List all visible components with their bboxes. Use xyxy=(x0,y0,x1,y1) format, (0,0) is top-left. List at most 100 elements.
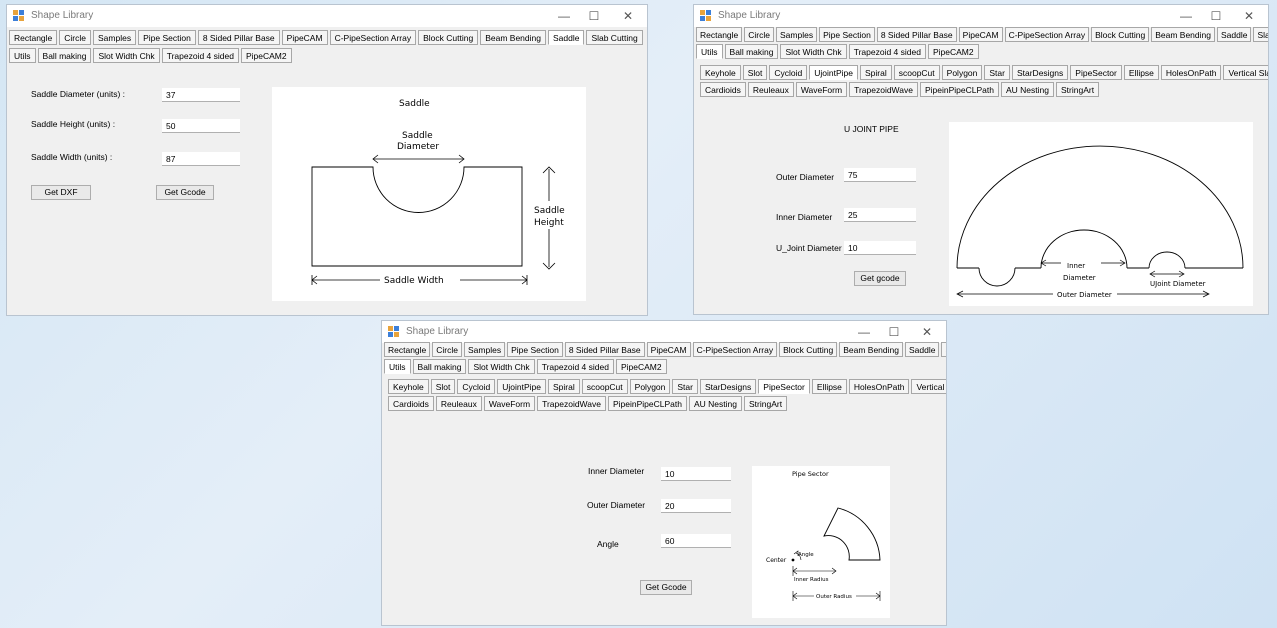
minimize-button[interactable]: — xyxy=(847,323,881,341)
tab-slab-cutting[interactable]: Slab Cutting xyxy=(586,30,643,45)
tab-saddle[interactable]: Saddle xyxy=(904,342,940,357)
tab-cardioids[interactable]: Cardioids xyxy=(388,396,434,411)
tab-pipeinpipeclpath[interactable]: PipeinPipeCLPath xyxy=(607,396,687,411)
tab-scoopcut[interactable]: scoopCut xyxy=(893,65,940,80)
outer-diameter-input[interactable] xyxy=(844,168,916,182)
tab-pipe-section[interactable]: Pipe Section xyxy=(819,27,875,42)
tab-pipe-section[interactable]: Pipe Section xyxy=(138,30,196,45)
tab-saddle[interactable]: Saddle xyxy=(1216,27,1252,42)
tab-polygon[interactable]: Polygon xyxy=(941,65,983,80)
sector-inner-diameter-input[interactable] xyxy=(661,467,731,481)
get-gcode-button[interactable]: Get Gcode xyxy=(156,185,214,200)
tab-ellipse[interactable]: Ellipse xyxy=(1123,65,1159,80)
tab-holesonpath[interactable]: HolesOnPath xyxy=(848,379,910,394)
saddle-height-input[interactable] xyxy=(162,119,240,133)
tab-au-nesting[interactable]: AU Nesting xyxy=(1000,82,1054,97)
tab-pipecam2[interactable]: PipeCAM2 xyxy=(240,48,292,63)
tab-stringart[interactable]: StringArt xyxy=(1055,82,1100,97)
tab-ujointpipe[interactable]: UjointPipe xyxy=(809,65,858,80)
tab-pipecam[interactable]: PipeCAM xyxy=(958,27,1003,42)
maximize-button[interactable]: ☐ xyxy=(1199,7,1233,25)
tab-keyhole[interactable]: Keyhole xyxy=(388,379,429,394)
inner-diameter-input[interactable] xyxy=(844,208,916,222)
tab-block-cutting[interactable]: Block Cutting xyxy=(418,30,479,45)
tab-waveform[interactable]: WaveForm xyxy=(795,82,848,97)
tab-keyhole[interactable]: Keyhole xyxy=(700,65,741,80)
tab-rectangle[interactable]: Rectangle xyxy=(696,27,743,42)
tab-pipecam[interactable]: PipeCAM xyxy=(646,342,691,357)
tab-circle[interactable]: Circle xyxy=(59,30,92,45)
tab-samples[interactable]: Samples xyxy=(776,27,818,42)
tab-pipecam[interactable]: PipeCAM xyxy=(281,30,328,45)
tab-pipecam2[interactable]: PipeCAM2 xyxy=(615,359,667,374)
tab-ball-making[interactable]: Ball making xyxy=(724,44,779,59)
close-button[interactable]: ✕ xyxy=(611,7,645,25)
tab-8-sided-pillar-base[interactable]: 8 Sided Pillar Base xyxy=(876,27,957,42)
tab-slot-width-chk[interactable]: Slot Width Chk xyxy=(780,44,847,59)
tab-cycloid[interactable]: Cycloid xyxy=(769,65,808,80)
tab-scoopcut[interactable]: scoopCut xyxy=(581,379,628,394)
tab-rectangle[interactable]: Rectangle xyxy=(9,30,58,45)
tab-spiral[interactable]: Spiral xyxy=(860,65,892,80)
tab-cycloid[interactable]: Cycloid xyxy=(457,379,496,394)
tab-pipe-section[interactable]: Pipe Section xyxy=(507,342,563,357)
saddle-diameter-input[interactable] xyxy=(162,88,240,102)
tab-star[interactable]: Star xyxy=(672,379,698,394)
sector-angle-input[interactable] xyxy=(661,534,731,548)
tab-ball-making[interactable]: Ball making xyxy=(412,359,467,374)
tab-saddle[interactable]: Saddle xyxy=(547,30,585,45)
tab-trapezoidwave[interactable]: TrapezoidWave xyxy=(849,82,918,97)
tab-trapezoid-4-sided[interactable]: Trapezoid 4 sided xyxy=(161,48,239,63)
tab-circle[interactable]: Circle xyxy=(432,342,463,357)
tab-utils[interactable]: Utils xyxy=(696,44,723,59)
tab-utils[interactable]: Utils xyxy=(384,359,411,374)
tab-pipesector[interactable]: PipeSector xyxy=(758,379,810,394)
minimize-button[interactable]: — xyxy=(1169,7,1203,25)
ujoint-diameter-input[interactable] xyxy=(844,241,916,255)
tab-slot-width-chk[interactable]: Slot Width Chk xyxy=(468,359,535,374)
tab-au-nesting[interactable]: AU Nesting xyxy=(688,396,742,411)
saddle-width-input[interactable] xyxy=(162,152,240,166)
tab-stardesigns[interactable]: StarDesigns xyxy=(699,379,757,394)
tab-c-pipesection-array[interactable]: C-PipeSection Array xyxy=(329,30,417,45)
tab-beam-bending[interactable]: Beam Bending xyxy=(1151,27,1215,42)
tab-8-sided-pillar-base[interactable]: 8 Sided Pillar Base xyxy=(564,342,645,357)
tab-vertical-slabs[interactable]: Vertical Slabs xyxy=(911,379,946,394)
close-button[interactable]: ✕ xyxy=(1232,7,1266,25)
tab-utils[interactable]: Utils xyxy=(9,48,36,63)
tab-slot[interactable]: Slot xyxy=(742,65,768,80)
get-gcode-button[interactable]: Get Gcode xyxy=(640,580,692,595)
tab-holesonpath[interactable]: HolesOnPath xyxy=(1160,65,1222,80)
tab-stardesigns[interactable]: StarDesigns xyxy=(1011,65,1069,80)
tab-star[interactable]: Star xyxy=(984,65,1010,80)
tab-beam-bending[interactable]: Beam Bending xyxy=(480,30,546,45)
tab-ball-making[interactable]: Ball making xyxy=(37,48,92,63)
close-button[interactable]: ✕ xyxy=(910,323,944,341)
tab-stringart[interactable]: StringArt xyxy=(743,396,788,411)
get-gcode-button[interactable]: Get gcode xyxy=(854,271,906,286)
tab-vertical-slabs[interactable]: Vertical Slabs xyxy=(1223,65,1268,80)
tab-slot[interactable]: Slot xyxy=(430,379,456,394)
tab-8-sided-pillar-base[interactable]: 8 Sided Pillar Base xyxy=(197,30,280,45)
tab-beam-bending[interactable]: Beam Bending xyxy=(839,342,903,357)
minimize-button[interactable]: — xyxy=(547,7,581,25)
tab-trapezoid-4-sided[interactable]: Trapezoid 4 sided xyxy=(536,359,614,374)
tab-cardioids[interactable]: Cardioids xyxy=(700,82,746,97)
maximize-button[interactable]: ☐ xyxy=(877,323,911,341)
tab-rectangle[interactable]: Rectangle xyxy=(384,342,431,357)
tab-c-pipesection-array[interactable]: C-PipeSection Array xyxy=(1004,27,1090,42)
tab-spiral[interactable]: Spiral xyxy=(548,379,580,394)
tab-reuleaux[interactable]: Reuleaux xyxy=(747,82,794,97)
tab-samples[interactable]: Samples xyxy=(464,342,506,357)
tab-polygon[interactable]: Polygon xyxy=(629,379,671,394)
sector-outer-diameter-input[interactable] xyxy=(661,499,731,513)
tab-slot-width-chk[interactable]: Slot Width Chk xyxy=(93,48,160,63)
tab-slab-cutting[interactable]: Slab Cutting xyxy=(1253,27,1268,42)
tab-ujointpipe[interactable]: UjointPipe xyxy=(497,379,546,394)
tab-trapezoid-4-sided[interactable]: Trapezoid 4 sided xyxy=(848,44,926,59)
tab-waveform[interactable]: WaveForm xyxy=(483,396,536,411)
maximize-button[interactable]: ☐ xyxy=(577,7,611,25)
tab-slab-cutting[interactable]: Slab Cutting xyxy=(941,342,946,357)
tab-pipecam2[interactable]: PipeCAM2 xyxy=(927,44,979,59)
tab-trapezoidwave[interactable]: TrapezoidWave xyxy=(537,396,606,411)
